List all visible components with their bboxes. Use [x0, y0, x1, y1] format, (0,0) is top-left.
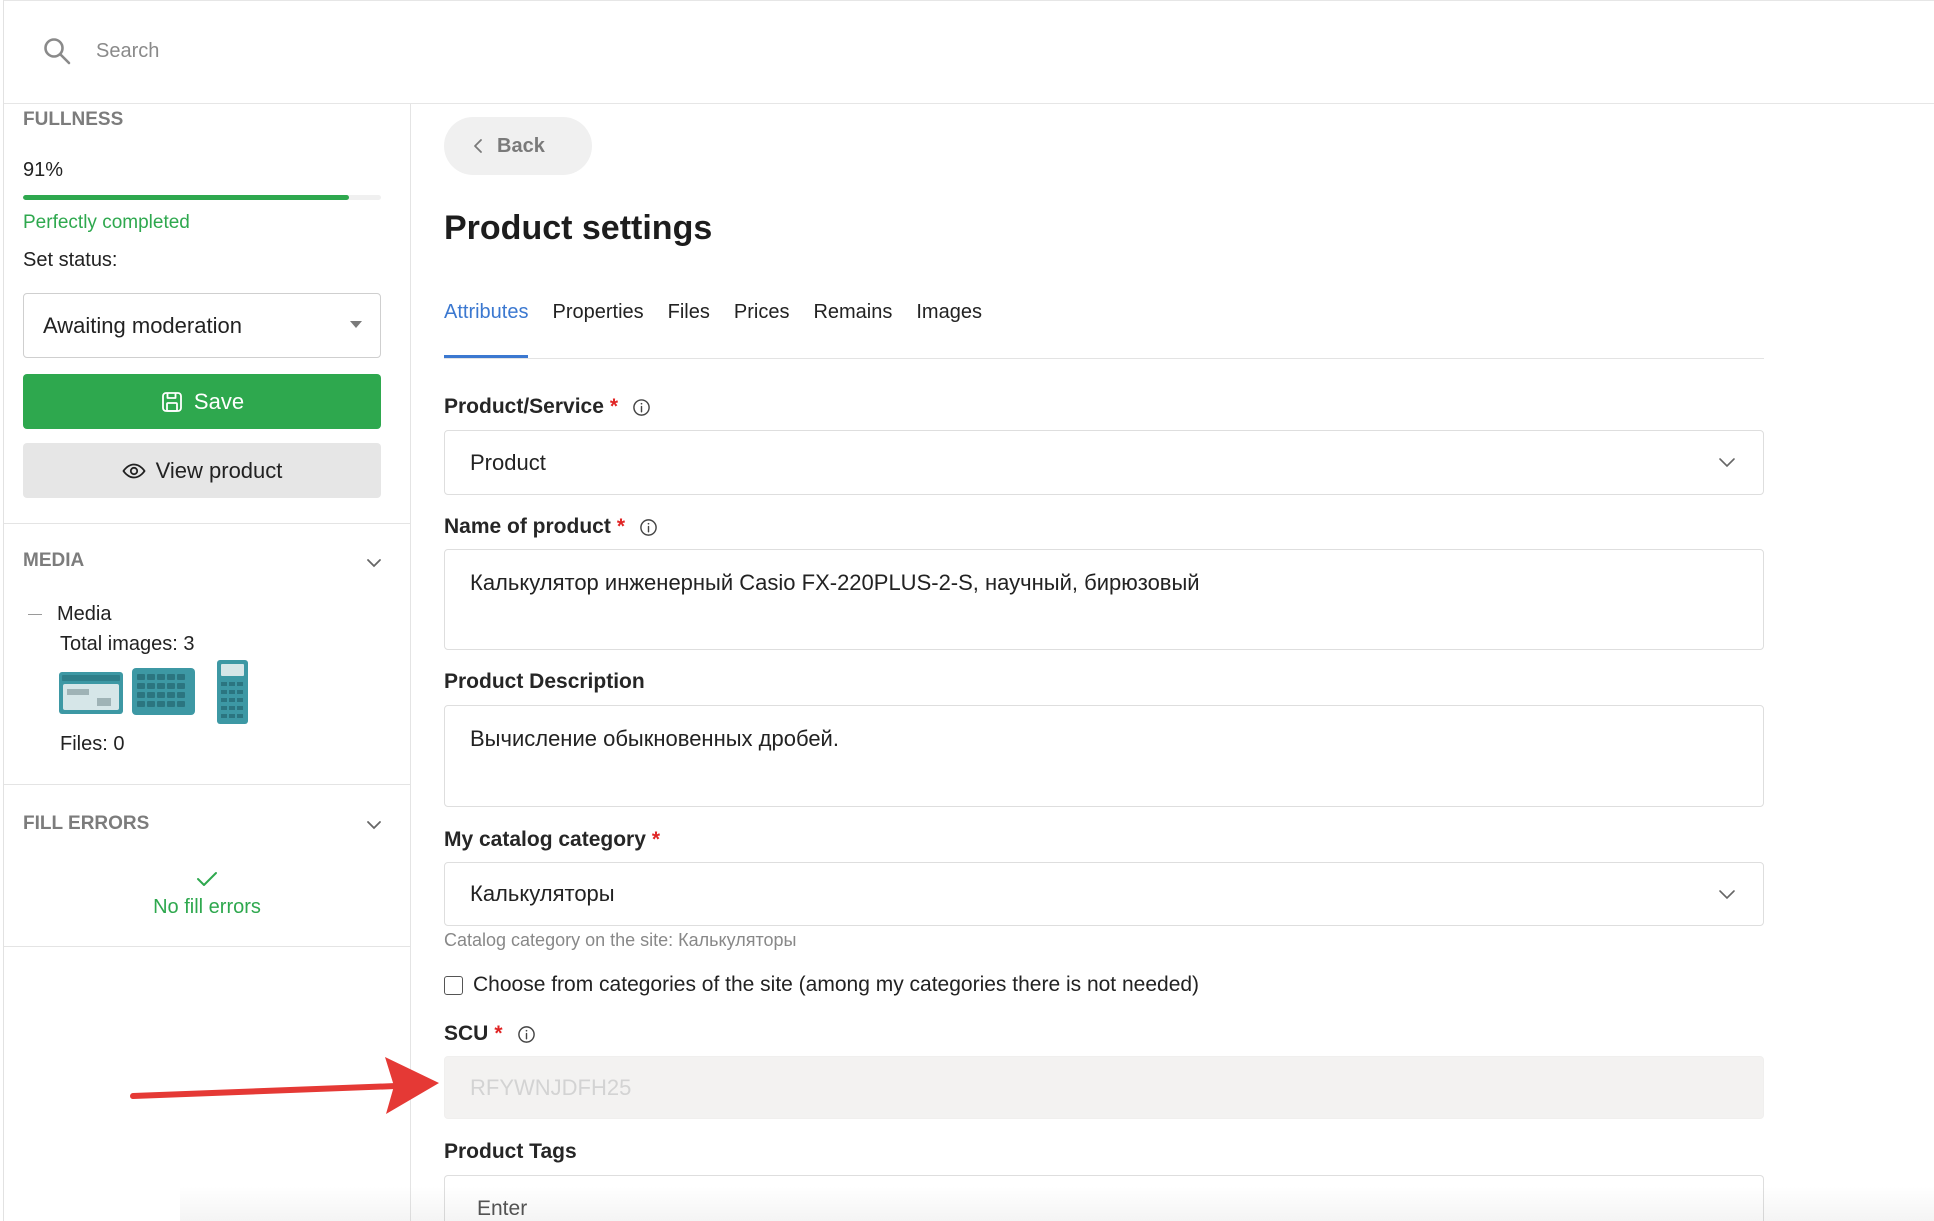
product-tags-label: Product Tags [444, 1139, 577, 1165]
page: FULLNESS 91% Perfectly completed Set sta… [0, 0, 1934, 1221]
info-icon[interactable] [517, 1025, 536, 1044]
fullness-progress-bar [23, 195, 381, 200]
product-tags-field [444, 1175, 1764, 1221]
tab-attributes[interactable]: Attributes [444, 298, 529, 358]
info-icon[interactable] [632, 398, 651, 417]
tab-prices[interactable]: Prices [734, 298, 790, 358]
check-icon [197, 872, 217, 886]
divider [4, 784, 410, 785]
catalog-category-hint: Catalog category on the site: Калькулято… [444, 930, 797, 950]
chevron-left-icon [474, 139, 482, 153]
catalog-category-label: My catalog category * [444, 827, 660, 853]
catalog-category-value: Калькуляторы [470, 881, 615, 906]
fullness-heading: FULLNESS [23, 109, 124, 130]
chevron-down-icon [1719, 890, 1735, 900]
main-content: Back Product settings Attributes Propert… [412, 104, 1934, 1221]
chevron-down-icon[interactable] [364, 815, 384, 835]
media-thumbnail[interactable] [217, 660, 248, 724]
product-service-label: Product/Service * [444, 394, 651, 420]
sidebar: FULLNESS 91% Perfectly completed Set sta… [4, 104, 411, 1221]
field-label-text: Product Description [444, 670, 645, 693]
back-button[interactable]: Back [444, 117, 592, 175]
field-label-text: Product Tags [444, 1140, 577, 1163]
divider [4, 946, 410, 947]
chevron-down-icon[interactable] [364, 553, 384, 573]
divider [4, 523, 410, 524]
product-description-field: Вычисление обыкновенных дробей. [444, 705, 1764, 807]
required-mark: * [494, 1022, 503, 1045]
field-label-text: My catalog category [444, 828, 646, 851]
product-tags-input[interactable] [445, 1196, 1763, 1221]
field-label-text: Name of product [444, 515, 611, 538]
tab-files[interactable]: Files [668, 298, 710, 358]
no-fill-errors-text: No fill errors [153, 896, 261, 918]
view-product-label: View product [155, 457, 283, 483]
fullness-percent: 91% [23, 159, 64, 181]
tab-remains[interactable]: Remains [813, 298, 892, 358]
choose-from-site-row: Choose from categories of the site (amon… [444, 973, 1199, 997]
catalog-category-select[interactable]: Калькуляторы [444, 862, 1764, 926]
save-icon [162, 391, 182, 412]
chevron-down-icon [1719, 458, 1735, 468]
view-product-button[interactable]: View product [23, 443, 381, 498]
fill-errors-heading: FILL ERRORS [23, 813, 150, 834]
tab-bar: Attributes Properties Files Prices Remai… [444, 298, 982, 358]
scu-label: SCU * [444, 1021, 536, 1047]
status-select[interactable]: Awaiting moderation [23, 293, 381, 358]
required-mark: * [651, 828, 661, 851]
files-count-text: Files: 0 [60, 733, 125, 755]
tab-properties[interactable]: Properties [552, 298, 643, 358]
save-button-label: Save [193, 388, 245, 414]
back-button-label: Back [497, 134, 545, 157]
product-description-label: Product Description [444, 669, 645, 695]
required-mark: * [609, 395, 619, 418]
info-icon[interactable] [639, 518, 658, 537]
product-description-textarea[interactable]: Вычисление обыкновенных дробей. [445, 706, 1763, 806]
product-service-select[interactable]: Product [444, 430, 1764, 495]
eye-icon [122, 463, 146, 478]
save-button[interactable]: Save [23, 374, 381, 429]
fullness-status-text: Perfectly completed [23, 212, 190, 233]
search-input[interactable] [96, 36, 596, 66]
required-mark: * [616, 515, 626, 538]
status-select-value: Awaiting moderation [43, 313, 242, 338]
choose-from-site-label[interactable]: Choose from categories of the site (amon… [473, 973, 1199, 997]
field-label-text: Product/Service [444, 395, 604, 418]
search-icon[interactable] [42, 36, 72, 66]
product-name-textarea[interactable]: Калькулятор инженерный Casio FX-220PLUS-… [445, 550, 1763, 649]
tab-images[interactable]: Images [916, 298, 982, 358]
product-name-label: Name of product * [444, 514, 658, 540]
product-name-field: Калькулятор инженерный Casio FX-220PLUS-… [444, 549, 1764, 650]
choose-from-site-checkbox[interactable] [444, 975, 463, 995]
media-thumbnail[interactable] [59, 672, 123, 714]
tree-dash [28, 614, 42, 615]
top-bar [4, 0, 1934, 104]
product-service-value: Product [470, 450, 546, 475]
fullness-progress-fill [23, 195, 349, 200]
page-title: Product settings [444, 209, 713, 247]
total-images-text: Total images: 3 [60, 633, 195, 655]
set-status-label: Set status: [23, 249, 118, 271]
field-label-text: SCU [444, 1022, 489, 1045]
tabs-divider [444, 358, 1764, 359]
media-heading: MEDIA [23, 550, 85, 571]
media-tree-label[interactable]: Media [57, 602, 111, 626]
media-thumbnail[interactable] [132, 668, 195, 715]
scu-input[interactable] [444, 1056, 1764, 1119]
caret-down-icon [350, 321, 362, 328]
